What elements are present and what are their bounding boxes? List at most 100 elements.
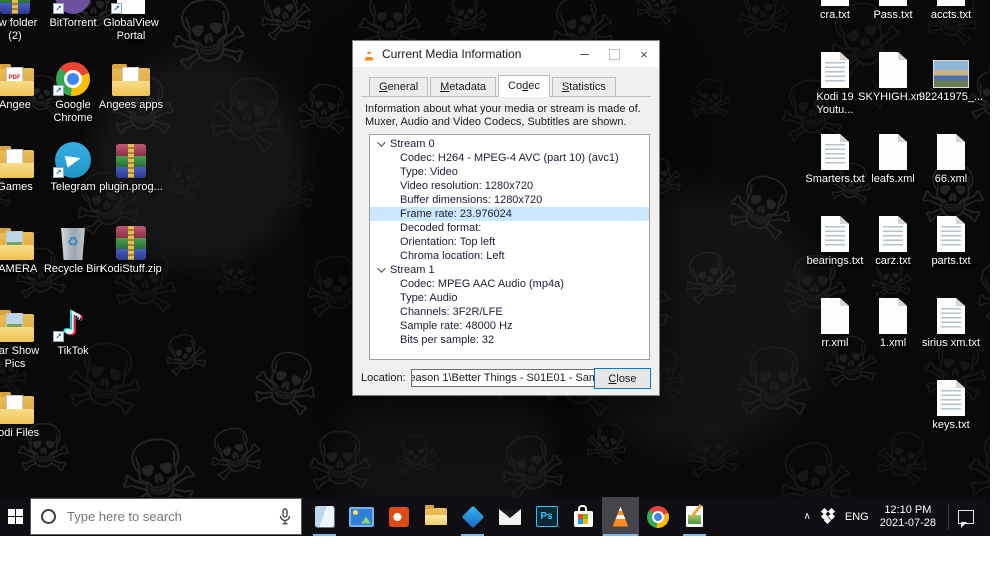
dropbox-icon[interactable]: [820, 507, 836, 525]
minimize-button[interactable]: [569, 41, 599, 67]
tree-row[interactable]: Codec: MPEG AAC Audio (mp4a): [370, 277, 649, 291]
tree-row[interactable]: Decoded format:: [370, 221, 649, 235]
desktop-icon-sirius-xm-txt[interactable]: sirius xm.txt: [922, 290, 980, 372]
chevron-down-icon: [377, 264, 386, 273]
taskbar-app-photoshop[interactable]: Ps: [528, 497, 565, 536]
skull-glyph: ☠: [289, 66, 360, 153]
desktop-icon-keys-txt[interactable]: keys.txt: [922, 372, 980, 454]
icon-label: BitTorrent: [49, 17, 97, 29]
taskbar-app-store[interactable]: [565, 497, 602, 536]
close-button[interactable]: Close: [594, 368, 651, 389]
tree-row[interactable]: Orientation: Top left: [370, 235, 649, 249]
tree-row[interactable]: Bits per sample: 32: [370, 333, 649, 347]
tab-statistics[interactable]: Statistics: [551, 77, 616, 96]
tree-row[interactable]: Type: Audio: [370, 291, 649, 305]
close-window-button[interactable]: ×: [629, 41, 659, 67]
desktop-icon-pass-txt[interactable]: Pass.txt: [864, 0, 922, 44]
icon-label: 1.xml: [879, 337, 907, 349]
desktop-icon-66-xml[interactable]: 66.xml: [922, 126, 980, 208]
tree-row[interactable]: Chroma location: Left: [370, 249, 649, 263]
clock[interactable]: 12:10 PM 2021-07-28: [880, 504, 936, 530]
language-indicator[interactable]: ENG: [845, 511, 869, 523]
location-label: Location:: [361, 372, 406, 384]
desktop-icon-parts-txt[interactable]: parts.txt: [922, 208, 980, 290]
skull-glyph: ☠: [150, 144, 214, 216]
tree-row[interactable]: Channels: 3F2R/LFE: [370, 305, 649, 319]
desktop-icon-games[interactable]: Games: [0, 134, 44, 216]
xml-file-icon: [821, 298, 849, 334]
text-file-icon: [937, 380, 965, 416]
desktop-icon-bearings-txt[interactable]: bearings.txt: [806, 208, 864, 290]
taskbar-app-kodi[interactable]: [454, 497, 491, 536]
icon-label: TikTok: [57, 345, 89, 357]
action-center-icon[interactable]: [958, 509, 974, 528]
desktop-icon-bittorrent[interactable]: ↗ BitTorrent: [44, 0, 102, 52]
desktop-icon-tiktok[interactable]: ♪ ↗ TikTok: [44, 298, 102, 380]
tab-codec[interactable]: Codec: [498, 75, 550, 97]
tree-row[interactable]: Stream 0: [370, 137, 649, 151]
icon-label: bearings.txt: [806, 255, 864, 267]
desktop-icon-angees-apps[interactable]: Angees apps: [99, 52, 163, 134]
desktop-icon-telegram[interactable]: ↗ Telegram: [44, 134, 102, 216]
desktop-icon-accts-txt[interactable]: accts.txt: [922, 0, 980, 44]
skull-glyph: ☠: [727, 0, 798, 56]
taskbar-app-mail[interactable]: [491, 497, 528, 536]
desktop-icon-kodi-files[interactable]: Kodi Files: [0, 380, 44, 462]
codec-tree: Stream 0 Codec: H264 - MPEG-4 AVC (part 1…: [369, 134, 650, 360]
microphone-icon[interactable]: [279, 508, 291, 525]
desktop-icon-carz-txt[interactable]: carz.txt: [864, 208, 922, 290]
vlc-cone-icon: [364, 47, 374, 61]
desktop-icon-angee[interactable]: PDF Angee: [0, 52, 44, 134]
desktop-icon-google-chrome[interactable]: ↗ Google Chrome: [44, 52, 102, 134]
tree-row[interactable]: Sample rate: 48000 Hz: [370, 319, 649, 333]
tree-row[interactable]: Video resolution: 1280x720: [370, 179, 649, 193]
desktop-icon-plugin-prog[interactable]: plugin.prog...: [99, 134, 163, 216]
tree-row[interactable]: Codec: H264 - MPEG-4 AVC (part 10) (avc1…: [370, 151, 649, 165]
tree-row[interactable]: Frame rate: 23.976024: [370, 207, 649, 221]
start-button[interactable]: [0, 497, 30, 536]
empty-cell: [864, 372, 922, 454]
search-input[interactable]: [65, 508, 279, 525]
xml-file-icon: [879, 298, 907, 334]
minimize-icon: [579, 53, 589, 55]
desktop-icon-recycle-bin[interactable]: ♻ Recycle Bin: [44, 216, 102, 298]
desktop-icon-camera[interactable]: cAMERA: [0, 216, 44, 298]
taskbar-app-chrome[interactable]: [639, 497, 676, 536]
text-file-icon: [937, 216, 965, 252]
maximize-button[interactable]: [599, 41, 629, 67]
desktop-icon-rr-xml[interactable]: rr.xml: [806, 290, 864, 372]
taskbar-app-vlc[interactable]: [602, 497, 639, 536]
skull-glyph: ☠: [687, 70, 734, 130]
desktop-icon-kodi-19-youtu[interactable]: Kodi 19 Youtu...: [806, 44, 864, 126]
icon-label: cAMERA: [0, 263, 38, 275]
taskbar-app-office[interactable]: [380, 497, 417, 536]
tree-row[interactable]: Stream 1: [370, 263, 649, 277]
desktop-icon-smarters-txt[interactable]: Smarters.txt: [805, 126, 865, 208]
desktop-icon-92241975[interactable]: 92241975_...: [919, 44, 983, 126]
desktop-icon-skyhigh-xml[interactable]: SKYHIGH.xml: [858, 44, 928, 126]
xml-file-icon: [879, 52, 907, 88]
icon-label: keys.txt: [932, 419, 970, 431]
desktop-icon-leafs-xml[interactable]: leafs.xml: [864, 126, 922, 208]
tab-general[interactable]: General: [369, 77, 429, 96]
taskbar-app-explorer[interactable]: [417, 497, 454, 536]
desktop-icon-cra-txt[interactable]: cra.txt: [806, 0, 864, 44]
empty-cell: [102, 298, 160, 380]
tray-overflow-chevron-icon[interactable]: ∧: [804, 511, 811, 522]
taskbar-app-notepad[interactable]: [306, 497, 343, 536]
desktop-icon-car-show-pics[interactable]: Car ShowPics: [0, 298, 44, 380]
dialog-titlebar[interactable]: Current Media Information ×: [353, 41, 659, 67]
tree-row[interactable]: Type: Video: [370, 165, 649, 179]
desktop-icon-globalview-portal[interactable]: ↗ GlobalView Portal: [102, 0, 160, 52]
taskbar-app-image-editor[interactable]: [676, 497, 713, 536]
shortcut-arrow-icon: ↗: [53, 3, 64, 14]
desktop-icon-ew-folder-2[interactable]: ew folder(2): [0, 0, 44, 52]
clock-time: 12:10 PM: [884, 503, 932, 516]
tree-row[interactable]: Buffer dimensions: 1280x720: [370, 193, 649, 207]
mail-icon: [498, 508, 521, 525]
desktop-icon-kodistuff-zip[interactable]: KodiStuff.zip: [100, 216, 162, 298]
taskbar-app-photos[interactable]: [343, 497, 380, 536]
tab-metadata[interactable]: Metadata: [430, 77, 497, 96]
desktop-icon-1-xml[interactable]: 1.xml: [864, 290, 922, 372]
icon-label: Angee: [0, 99, 31, 111]
